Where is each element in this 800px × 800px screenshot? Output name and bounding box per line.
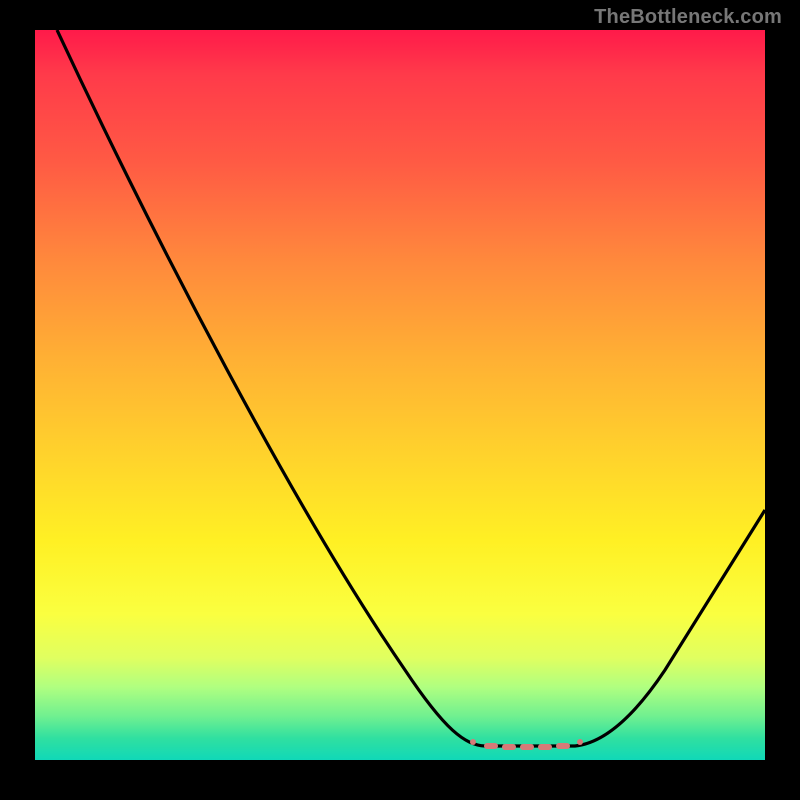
chart-curve-svg (35, 30, 765, 760)
bottleneck-curve-line (57, 30, 765, 746)
valley-dotted-segment (473, 742, 580, 747)
chart-plot-area (35, 30, 765, 760)
watermark-text: TheBottleneck.com (594, 6, 782, 29)
chart-container: TheBottleneck.com (0, 0, 800, 800)
